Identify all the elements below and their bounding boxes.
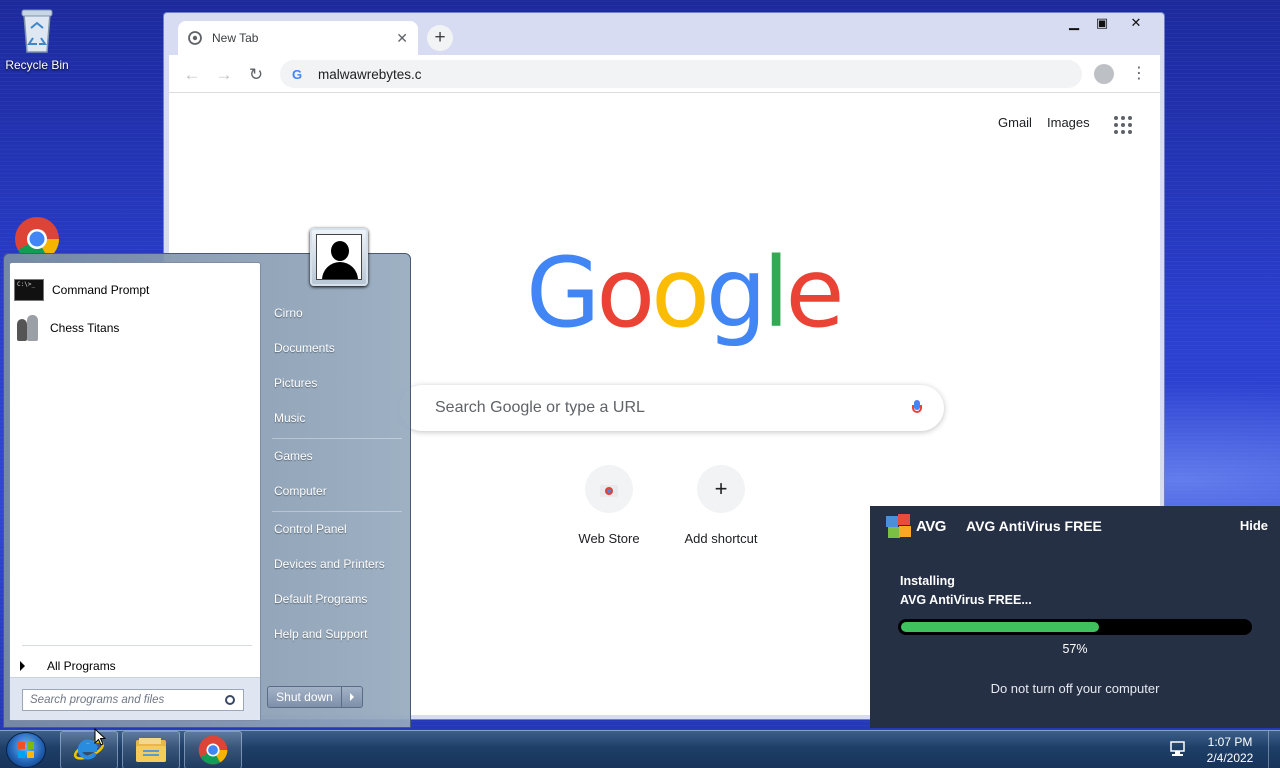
- minimize-button[interactable]: ▁: [1060, 13, 1088, 33]
- start-search-area: Search programs and files: [10, 677, 260, 720]
- profile-avatar-icon[interactable]: [1094, 64, 1114, 84]
- taskbar-internet-explorer[interactable]: [60, 731, 118, 768]
- logo-letter: G: [526, 237, 600, 349]
- taskbar-windows-explorer[interactable]: [122, 731, 180, 768]
- recycle-bin-label: Recycle Bin: [5, 58, 69, 72]
- start-button[interactable]: [6, 732, 46, 768]
- browser-toolbar: ← → ↻ G malwawrebytes.c ⋮: [169, 55, 1160, 93]
- more-menu-icon[interactable]: ⋮: [1131, 62, 1147, 86]
- program-command-prompt[interactable]: C:\>_ Command Prompt: [14, 273, 258, 307]
- maximize-button[interactable]: ▣: [1088, 13, 1116, 33]
- start-link-default-programs[interactable]: Default Programs: [274, 592, 367, 606]
- search-icon: [225, 695, 235, 705]
- gmail-link[interactable]: Gmail: [998, 115, 1032, 130]
- new-tab-button[interactable]: +: [427, 25, 453, 51]
- installing-status: Installing: [900, 574, 955, 588]
- avg-logo: AVG: [886, 514, 946, 538]
- reload-button[interactable]: ↻: [244, 63, 268, 87]
- start-link-control-panel[interactable]: Control Panel: [274, 522, 347, 536]
- tab-close-icon[interactable]: ✕: [396, 30, 408, 47]
- program-chess-titans[interactable]: Chess Titans: [14, 311, 258, 345]
- logo-letter: l: [762, 237, 790, 349]
- google-search-box[interactable]: Search Google or type a URL: [399, 385, 944, 431]
- shutdown-options-arrow-icon[interactable]: [342, 687, 362, 707]
- start-link-documents[interactable]: Documents: [274, 341, 335, 355]
- program-label: Chess Titans: [50, 321, 120, 335]
- install-progress-fill: [901, 622, 1100, 632]
- mouse-cursor-icon: [94, 728, 106, 746]
- folder-icon: [136, 738, 166, 762]
- recycle-bin-icon: [21, 9, 53, 53]
- plus-icon: +: [697, 465, 745, 513]
- avg-title: AVG AntiVirus FREE: [966, 518, 1102, 534]
- network-icon[interactable]: [1168, 740, 1190, 758]
- start-link-computer[interactable]: Computer: [274, 484, 327, 498]
- tab-strip: New Tab ✕ + ▁ ▣ ✕: [164, 13, 1164, 55]
- address-bar[interactable]: G malwawrebytes.c: [280, 60, 1082, 88]
- google-logo: Google: [526, 243, 845, 343]
- taskbar-chrome[interactable]: [184, 731, 242, 768]
- close-window-button[interactable]: ✕: [1118, 13, 1154, 33]
- user-silhouette-icon: [331, 241, 349, 261]
- divider: [272, 511, 402, 512]
- logo-letter: g: [705, 237, 767, 349]
- show-desktop-button[interactable]: [1268, 731, 1280, 768]
- system-clock[interactable]: 1:07 PM 2/4/2022: [1196, 734, 1264, 766]
- start-link-music[interactable]: Music: [274, 411, 305, 425]
- avg-wordmark: AVG: [916, 517, 946, 535]
- shutdown-button[interactable]: Shut down: [267, 686, 363, 708]
- divider: [272, 438, 402, 439]
- divider: [22, 645, 252, 646]
- start-menu-programs-pane: C:\>_ Command Prompt Chess Titans All Pr…: [9, 262, 261, 721]
- program-label: Command Prompt: [52, 283, 150, 297]
- installing-product: AVG AntiVirus FREE...: [900, 593, 1032, 607]
- start-search-placeholder: Search programs and files: [30, 694, 165, 706]
- shortcut-web-store[interactable]: Web Store: [554, 465, 664, 546]
- taskbar: 1:07 PM 2/4/2022: [0, 730, 1280, 768]
- install-progress-bar: [898, 619, 1252, 635]
- user-account-picture[interactable]: [310, 228, 368, 286]
- back-button[interactable]: ←: [180, 63, 204, 87]
- install-progress-percent: 57%: [1062, 642, 1088, 656]
- google-apps-icon[interactable]: [1114, 116, 1132, 134]
- start-search-input[interactable]: Search programs and files: [22, 689, 244, 711]
- google-g-icon: G: [292, 66, 303, 82]
- web-store-icon: [585, 465, 633, 513]
- start-link-user[interactable]: Cirno: [274, 306, 303, 320]
- forward-button[interactable]: →: [212, 63, 236, 87]
- chrome-icon: [198, 735, 228, 765]
- windows-logo-icon: [18, 742, 35, 759]
- tab-title: New Tab: [212, 31, 259, 45]
- microphone-icon[interactable]: [912, 400, 922, 416]
- all-programs-label: All Programs: [47, 659, 116, 673]
- search-placeholder: Search Google or type a URL: [435, 399, 645, 416]
- hide-button[interactable]: Hide: [1240, 518, 1268, 533]
- images-link[interactable]: Images: [1047, 115, 1090, 130]
- chess-piece-icon: [14, 313, 42, 343]
- shortcut-label: Web Store: [578, 531, 640, 546]
- avg-install-notification: AVG AVG AntiVirus FREE Hide Installing A…: [870, 506, 1280, 728]
- logo-letter: o: [651, 237, 710, 349]
- install-warning: Do not turn off your computer: [990, 681, 1160, 696]
- tab-new-tab[interactable]: New Tab ✕: [178, 21, 418, 55]
- shortcut-add[interactable]: + Add shortcut: [666, 465, 776, 546]
- triangle-right-icon: [20, 661, 25, 671]
- start-link-pictures[interactable]: Pictures: [274, 376, 317, 390]
- command-prompt-icon: C:\>_: [14, 279, 44, 301]
- shortcut-label: Add shortcut: [684, 531, 758, 546]
- start-link-games[interactable]: Games: [274, 449, 313, 463]
- start-menu: C:\>_ Command Prompt Chess Titans All Pr…: [3, 228, 411, 728]
- clock-date: 2/4/2022: [1206, 751, 1254, 765]
- logo-letter: o: [596, 237, 655, 349]
- logo-letter: e: [785, 237, 844, 349]
- chrome-tab-icon: [188, 31, 202, 45]
- clock-time: 1:07 PM: [1207, 735, 1253, 749]
- address-bar-value: malwawrebytes.c: [318, 66, 422, 82]
- recycle-bin-shortcut[interactable]: Recycle Bin: [2, 8, 72, 72]
- avg-flag-icon: [886, 514, 912, 538]
- start-link-help-support[interactable]: Help and Support: [274, 627, 367, 641]
- shutdown-label: Shut down: [268, 687, 342, 707]
- start-link-devices-printers[interactable]: Devices and Printers: [274, 557, 385, 571]
